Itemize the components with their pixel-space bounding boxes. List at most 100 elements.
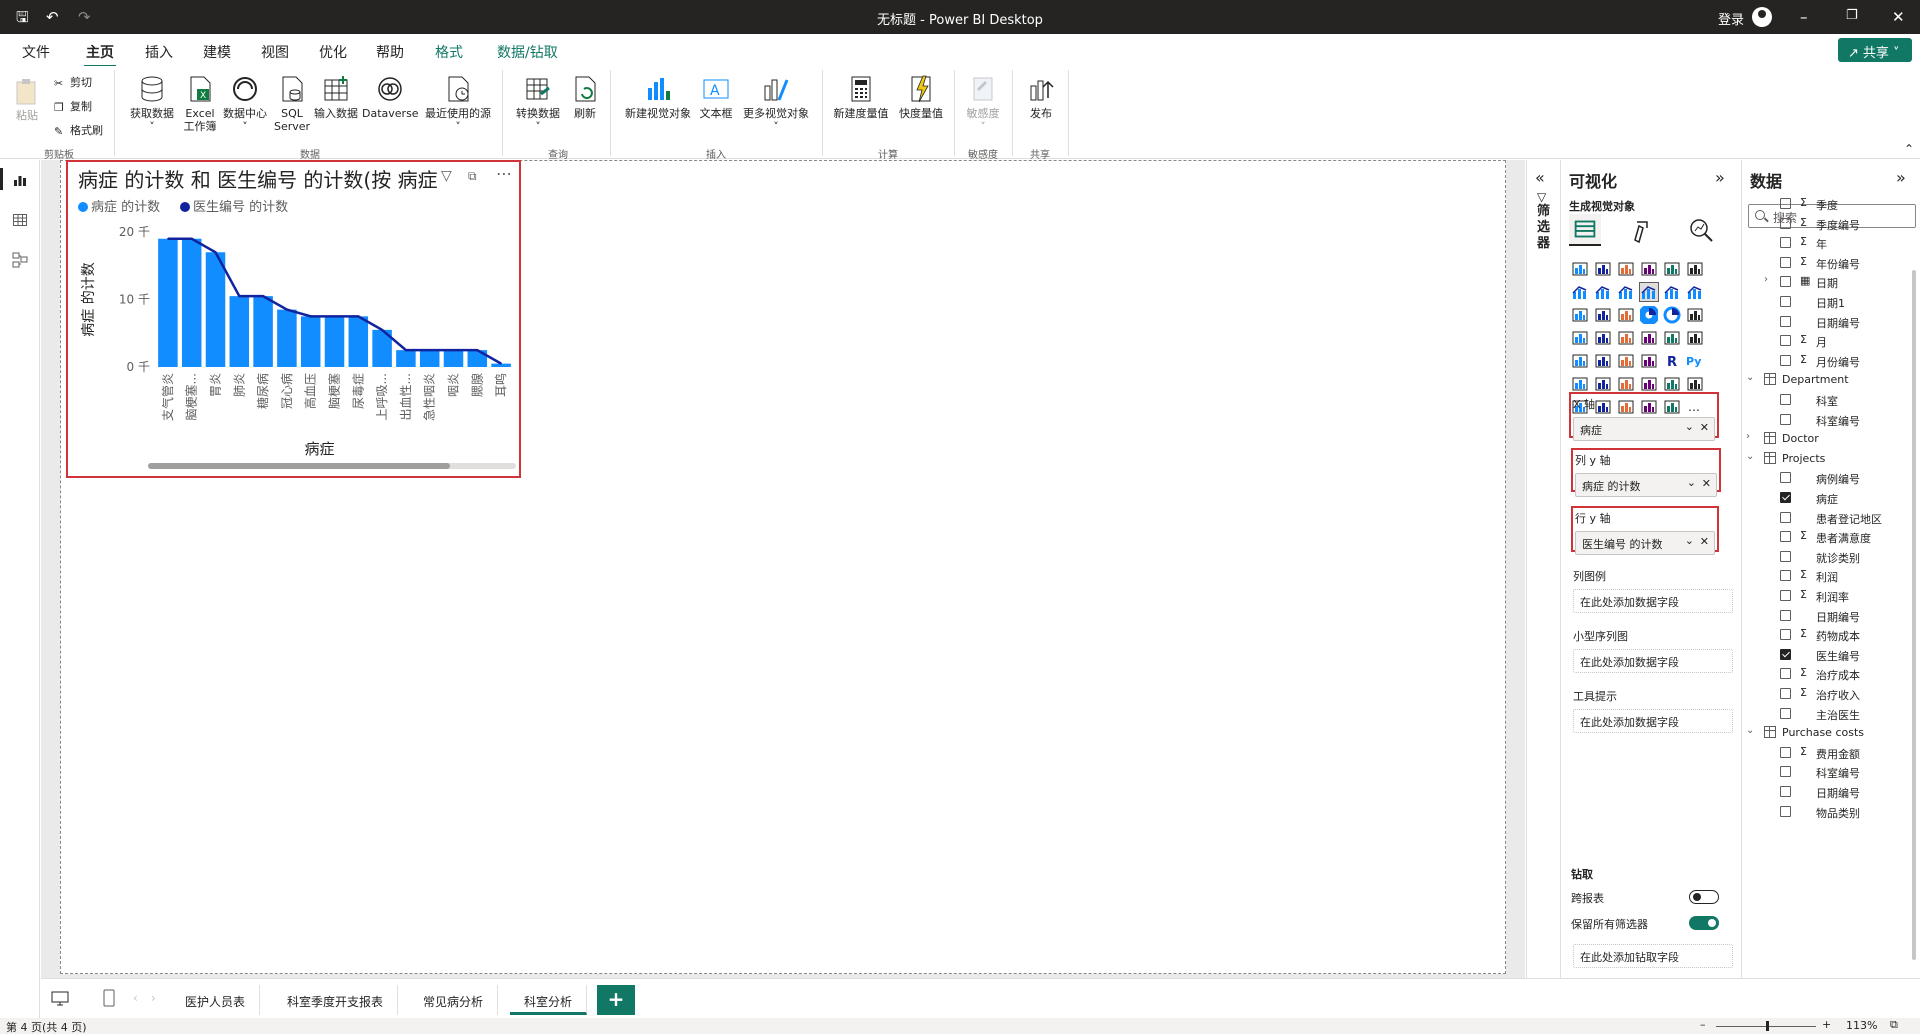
field-item[interactable]: 科室编号 <box>1742 762 1918 782</box>
tab-insert[interactable]: 插入 <box>145 42 173 62</box>
narrative-visual-icon[interactable] <box>1640 375 1658 393</box>
field-item[interactable]: 日期编号 <box>1742 782 1918 802</box>
data-pane-scrollbar[interactable] <box>1912 270 1916 960</box>
filters-pane-collapsed[interactable]: « ▽ 筛选器 <box>1526 160 1559 978</box>
close-icon[interactable]: ✕ <box>1892 8 1905 26</box>
field-checkbox[interactable] <box>1780 335 1791 347</box>
login-button[interactable]: 登录 <box>1718 9 1744 28</box>
gauge-visual-icon[interactable] <box>1640 329 1658 347</box>
line-visual-icon[interactable] <box>1571 283 1589 301</box>
field-checkbox[interactable] <box>1780 256 1791 268</box>
field-checkbox[interactable] <box>1780 531 1791 543</box>
prev-page-icon[interactable]: ‹ <box>133 991 138 1005</box>
more-visuals-button[interactable]: 更多视觉对象 ˅ <box>738 74 814 133</box>
funnel-visual-icon[interactable] <box>1594 306 1612 324</box>
field-checkbox[interactable] <box>1780 609 1791 621</box>
format-visual-tab-icon[interactable] <box>1625 214 1657 246</box>
table-node[interactable]: › Doctor <box>1742 429 1918 449</box>
field-checkbox[interactable] <box>1780 276 1791 288</box>
slicer-visual-icon[interactable] <box>1594 352 1612 370</box>
publish-button[interactable]: 发布 <box>1024 74 1058 120</box>
field-checkbox[interactable] <box>1780 296 1791 307</box>
paste-button[interactable]: 粘贴 <box>12 76 42 122</box>
drillthrough-well[interactable]: 在此处添加钻取字段 <box>1573 944 1733 968</box>
combo-chart-visual[interactable]: 病症 的计数 和 医生编号 的计数(按 病症) ▽ ⧉ ⋯ 病症 的计数 医生编… <box>66 160 521 478</box>
tooltips-well[interactable]: 工具提示 在此处添加数据字段 <box>1573 688 1733 733</box>
zoom-slider-knob[interactable] <box>1766 1021 1769 1031</box>
page-tab-common-diseases[interactable]: 常见病分析 <box>409 985 499 1015</box>
field-item[interactable]: Σ月 <box>1742 331 1918 351</box>
analytics-tab-icon[interactable] <box>1685 214 1717 246</box>
python-visual-visual-icon[interactable]: Py <box>1686 352 1704 370</box>
chevron-down-icon[interactable]: ⌄ <box>1746 725 1754 736</box>
field-checkbox[interactable] <box>1780 394 1791 405</box>
field-checkbox[interactable] <box>1780 237 1791 249</box>
field-item[interactable]: 患者登记地区 <box>1742 508 1918 528</box>
get-data-button[interactable]: 获取数据 ˅ <box>126 74 178 133</box>
field-item[interactable]: Σ 费用金额 <box>1742 743 1918 763</box>
account-avatar-icon[interactable] <box>1752 7 1772 27</box>
tab-data-drill[interactable]: 数据/钻取 <box>497 42 558 62</box>
model-view-icon[interactable] <box>12 252 28 268</box>
field-item[interactable]: 科室编号 <box>1742 410 1918 430</box>
cross-report-toggle[interactable] <box>1689 890 1719 904</box>
cut-button[interactable]: ✂ 剪切 <box>54 74 92 90</box>
field-item[interactable]: 物品类别 <box>1742 802 1918 822</box>
field-checkbox[interactable] <box>1780 550 1791 562</box>
sensitivity-button[interactable]: 敏感度 ˅ <box>962 74 1004 133</box>
field-checkbox[interactable] <box>1780 354 1791 366</box>
chevron-down-icon[interactable]: ⌄ <box>1687 476 1696 489</box>
field-checkbox[interactable] <box>1780 413 1791 425</box>
table-view-icon[interactable] <box>12 212 28 228</box>
column-y-field[interactable]: 病症 的计数 ⌄ ✕ <box>1575 473 1717 497</box>
row-y-field[interactable]: 医生编号 的计数 ⌄ ✕ <box>1575 531 1715 555</box>
key-influencers-visual-icon[interactable] <box>1571 375 1589 393</box>
field-checkbox[interactable] <box>1780 805 1791 817</box>
minimize-icon[interactable]: – <box>1800 8 1808 26</box>
tab-optimize[interactable]: 优化 <box>319 42 347 62</box>
table-node[interactable]: ⌄ Projects <box>1742 449 1918 469</box>
tab-format[interactable]: 格式 <box>435 42 463 62</box>
decomposition-tree-visual-icon[interactable] <box>1594 375 1612 393</box>
recent-sources-button[interactable]: 最近使用的源 ˅ <box>420 74 496 133</box>
remove-field-icon[interactable]: ✕ <box>1700 421 1709 434</box>
build-visual-tab-icon[interactable] <box>1569 214 1601 246</box>
area-visual-icon[interactable] <box>1594 283 1612 301</box>
chevron-right-icon[interactable]: › <box>1764 274 1768 285</box>
field-item[interactable]: 日期编号 <box>1742 312 1918 332</box>
field-checkbox[interactable] <box>1780 707 1791 719</box>
sql-server-button[interactable]: SQL Server <box>274 74 310 133</box>
field-checkbox[interactable] <box>1780 315 1791 327</box>
field-item[interactable]: Σ 季度 <box>1742 194 1918 214</box>
filled-map-visual-icon[interactable] <box>1594 329 1612 347</box>
page-tab-dept-analysis[interactable]: 科室分析 <box>510 985 588 1015</box>
new-measure-button[interactable]: 新建度量值 <box>830 74 892 120</box>
100-bar-visual-icon[interactable] <box>1663 260 1681 278</box>
format-painter-button[interactable]: ✎ 格式刷 <box>54 122 103 138</box>
waterfall-visual-icon[interactable] <box>1571 306 1589 324</box>
share-button[interactable]: ↗ 共享 ˅ <box>1838 38 1912 62</box>
field-item[interactable]: 科室 <box>1742 390 1918 410</box>
remove-field-icon[interactable]: ✕ <box>1700 535 1709 548</box>
donut-visual-icon[interactable] <box>1663 306 1681 324</box>
field-checkbox[interactable] <box>1780 590 1791 601</box>
field-item[interactable]: Σ 年份编号 <box>1742 253 1918 273</box>
treemap-visual-icon[interactable] <box>1686 306 1704 324</box>
field-item[interactable]: › ▦ 日期 <box>1742 272 1918 292</box>
fit-to-page-icon[interactable]: ⧉ <box>1890 1018 1898 1032</box>
tab-home[interactable]: 主页 <box>84 42 116 68</box>
page-tab-staff[interactable]: 医护人员表 <box>171 985 261 1015</box>
field-checkbox[interactable] <box>1780 629 1791 641</box>
field-item[interactable]: 病例编号 <box>1742 468 1918 488</box>
chevron-right-icon[interactable]: › <box>1746 431 1750 442</box>
card-visual-icon[interactable] <box>1663 329 1681 347</box>
field-item[interactable]: Σ 治疗成本 <box>1742 664 1918 684</box>
field-checkbox[interactable] <box>1780 217 1791 229</box>
zoom-in-button[interactable]: + <box>1822 1018 1831 1031</box>
multi-row-card-visual-icon[interactable] <box>1686 329 1704 347</box>
add-page-button[interactable]: + <box>597 985 635 1015</box>
dataverse-button[interactable]: Dataverse <box>362 74 419 120</box>
x-axis-well[interactable]: X 轴 病症 ⌄ ✕ <box>1573 396 1715 441</box>
chevron-down-icon[interactable]: ⌄ <box>1685 420 1694 433</box>
field-item[interactable]: Σ 治疗收入 <box>1742 684 1918 704</box>
